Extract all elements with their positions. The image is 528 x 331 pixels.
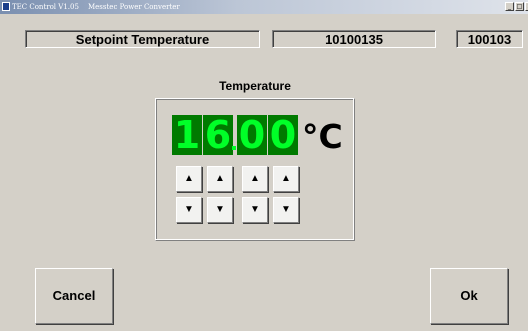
maximize-icon[interactable]: □	[515, 2, 524, 11]
temperature-unit: °C	[302, 117, 343, 156]
tens-down-button[interactable]: ▼	[176, 197, 202, 223]
app-icon[interactable]	[2, 2, 10, 11]
tenths-down-button[interactable]: ▼	[242, 197, 268, 223]
tec-control-window: TEC Control V1.05 Messtec Power Converte…	[0, 0, 528, 331]
temperature-digit-tenths: 0	[237, 113, 267, 157]
temperature-digit-ones: 6	[203, 113, 233, 157]
hundredths-up-button[interactable]: ▲	[273, 166, 299, 192]
device-code-display: 100103	[456, 30, 523, 48]
decimal-point	[232, 146, 236, 150]
tens-up-button[interactable]: ▲	[176, 166, 202, 192]
serial-number-display: 10100135	[272, 30, 436, 48]
temperature-digit-tens: 1	[172, 113, 202, 157]
cancel-button[interactable]: Cancel	[35, 268, 113, 324]
temperature-heading: Temperature	[219, 79, 291, 93]
app-title: TEC Control V1.05	[12, 3, 79, 11]
hundredths-down-button[interactable]: ▼	[273, 197, 299, 223]
setpoint-temperature-label: Setpoint Temperature	[25, 30, 260, 48]
ones-up-button[interactable]: ▲	[207, 166, 233, 192]
ones-down-button[interactable]: ▼	[207, 197, 233, 223]
ok-button[interactable]: Ok	[430, 268, 508, 324]
title-bar[interactable]: TEC Control V1.05 Messtec Power Converte…	[0, 0, 528, 14]
app-subtitle: Messtec Power Converter	[88, 3, 180, 11]
temperature-digit-hundredths: 0	[268, 113, 298, 157]
tenths-up-button[interactable]: ▲	[242, 166, 268, 192]
minimize-icon[interactable]: _	[505, 2, 514, 11]
